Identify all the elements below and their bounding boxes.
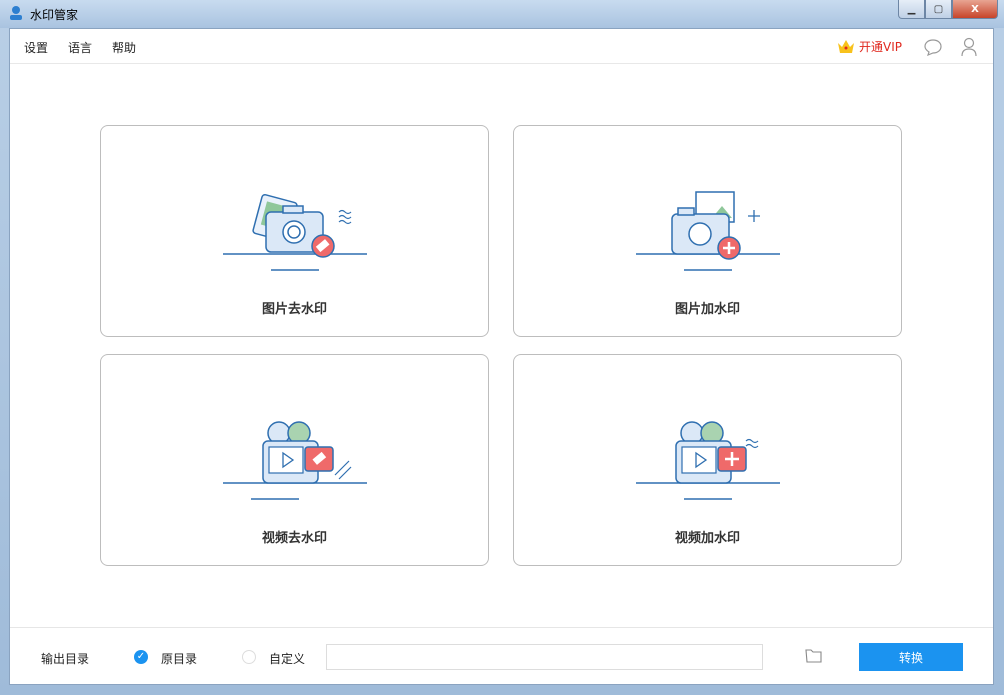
video-plus-icon [636,421,780,500]
camera-plus-icon [636,191,780,271]
card-label: 视频加水印 [674,531,740,546]
crown-icon [838,40,854,53]
card-image-add-watermark[interactable]: 图片加水印 [513,125,902,337]
convert-button[interactable]: 转换 [859,643,963,671]
vip-button[interactable]: 开通VIP [836,37,902,55]
card-image-remove-watermark[interactable]: 图片去水印 [100,125,489,337]
window-title: 水印管家 [30,8,79,22]
main-window: 设置 语言 帮助 开通VIP 图片去水印 图片加水印 视频去水印 视频加水印 输… [9,28,994,685]
output-directory-label: 输出目录 [41,652,90,666]
output-path-input[interactable] [326,644,763,670]
radio-custom[interactable] [242,650,256,664]
menu-help[interactable]: 帮助 [112,39,136,56]
option-original-label[interactable]: 原目录 [161,650,197,667]
card-video-remove-watermark[interactable]: 视频去水印 [100,354,489,566]
card-video-add-watermark[interactable]: 视频加水印 [513,354,902,566]
menu-bar: 设置 语言 帮助 开通VIP [10,29,993,64]
video-eraser-icon [223,421,367,500]
close-button[interactable]: X [952,0,998,19]
vip-label: 开通VIP [859,39,902,54]
minimize-button[interactable]: ▁ [898,0,925,19]
menu-settings[interactable]: 设置 [24,39,48,56]
folder-icon[interactable] [805,648,823,664]
output-bar: 输出目录 ✓ 原目录 自定义 转换 [10,627,993,685]
user-icon[interactable] [960,37,978,57]
app-user-icon [10,6,22,20]
card-label: 图片加水印 [674,302,740,317]
option-custom-label[interactable]: 自定义 [269,650,305,667]
card-label: 视频去水印 [261,531,327,546]
camera-eraser-icon [223,193,367,271]
card-label: 图片去水印 [261,302,327,317]
maximize-button[interactable]: ▢ [925,0,952,19]
menu-language[interactable]: 语言 [68,39,92,56]
message-icon[interactable] [923,38,943,56]
title-bar: 水印管家 ▁ ▢ X [0,0,1004,28]
radio-original-checked[interactable]: ✓ [134,650,148,664]
